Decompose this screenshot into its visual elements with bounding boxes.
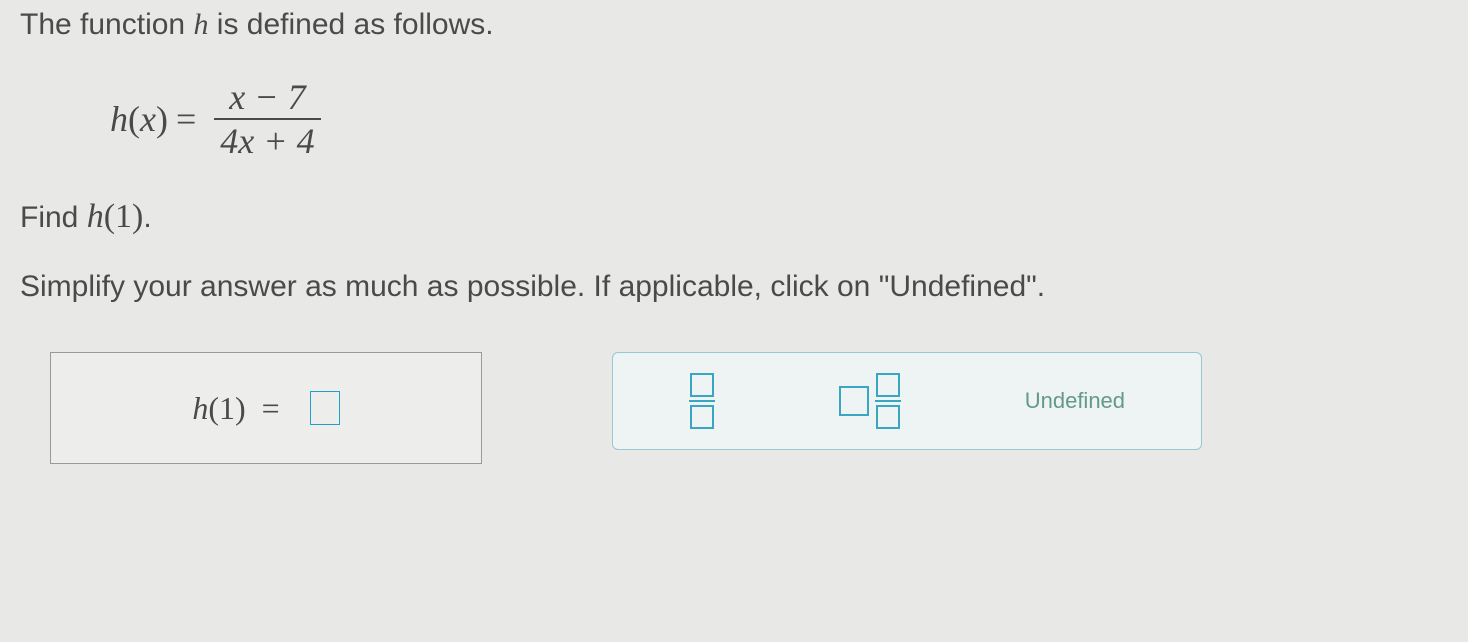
fraction: x − 7 4x + 4: [214, 76, 320, 162]
intro-suffix: is defined as follows.: [208, 8, 493, 41]
answer-func: h: [192, 390, 208, 427]
mixed-number-button[interactable]: [839, 373, 901, 429]
fraction-icon: [689, 373, 715, 429]
find-suffix: .: [143, 201, 151, 234]
answer-box[interactable]: h (1) =: [50, 352, 482, 464]
lhs-arg: x: [140, 98, 156, 140]
answer-eq: =: [262, 390, 280, 427]
lhs-func: h: [110, 98, 128, 140]
numerator: x − 7: [223, 76, 311, 118]
rparen: ): [156, 98, 168, 140]
find-rparen: ): [132, 198, 143, 235]
find-lparen: (: [104, 198, 115, 235]
mixed-number-icon: [839, 373, 901, 429]
answer-lparen: (: [208, 390, 219, 427]
denominator: 4x + 4: [214, 120, 320, 162]
find-prefix: Find: [20, 201, 87, 234]
fraction-button[interactable]: [689, 373, 715, 429]
find-arg: 1: [115, 198, 132, 235]
lparen: (: [128, 98, 140, 140]
input-palette: Undefined: [612, 352, 1202, 450]
simplify-text: Simplify your answer as much as possible…: [20, 266, 1448, 308]
intro-prefix: The function: [20, 8, 193, 41]
equals: =: [176, 98, 196, 140]
answer-rparen: ): [235, 390, 246, 427]
find-func: h: [87, 198, 104, 235]
answer-input[interactable]: [310, 391, 340, 425]
function-definition: h (x) = x − 7 4x + 4: [110, 76, 1448, 162]
answer-arg: 1: [219, 390, 235, 427]
find-line: Find h(1).: [20, 198, 1448, 236]
intro-text: The function h is defined as follows.: [20, 4, 1448, 46]
undefined-button[interactable]: Undefined: [1025, 388, 1125, 414]
intro-var: h: [193, 8, 208, 41]
undefined-label: Undefined: [1025, 388, 1125, 414]
